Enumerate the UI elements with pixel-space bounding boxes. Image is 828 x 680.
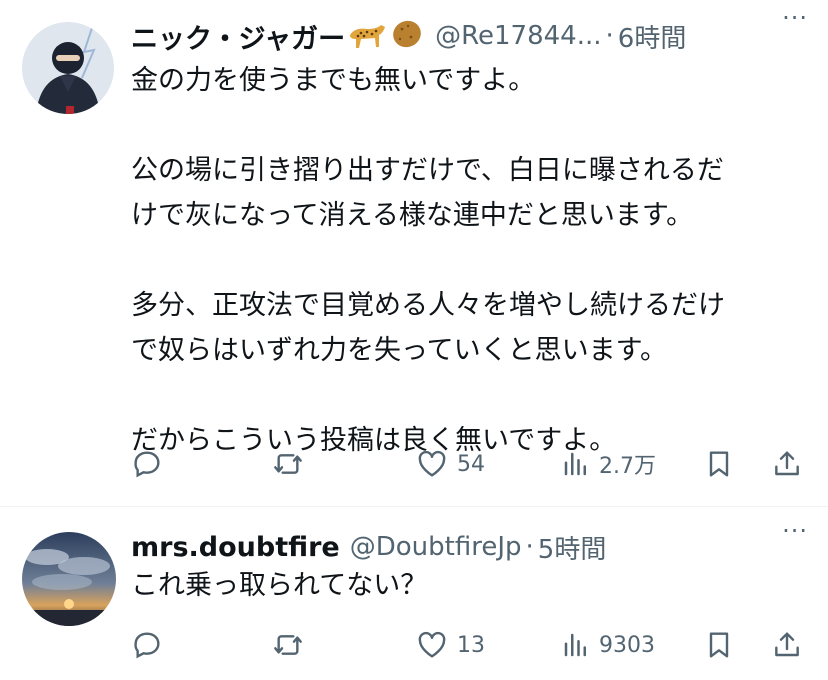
more-options-icon[interactable]: ··· bbox=[782, 4, 808, 32]
reply-icon bbox=[134, 451, 160, 478]
text-line: で奴らはいずれ力を失っていくと思います。 bbox=[131, 335, 667, 366]
like-count: 54 bbox=[457, 451, 485, 477]
timestamp[interactable]: 5時間 bbox=[538, 529, 607, 566]
share-button[interactable] bbox=[771, 625, 803, 665]
separator-dot: · bbox=[525, 532, 534, 562]
avatar[interactable] bbox=[22, 532, 116, 626]
reply-icon bbox=[134, 632, 160, 659]
text-line: けで灰になって消える様な連中だと思います。 bbox=[131, 200, 694, 231]
leopard-emoji-icon bbox=[347, 17, 387, 55]
views-icon bbox=[564, 633, 586, 657]
reply-button[interactable] bbox=[131, 444, 171, 484]
view-count: 2.7万 bbox=[599, 454, 656, 479]
action-bar: 54 2.7万 bbox=[131, 444, 808, 484]
bookmark-icon bbox=[709, 451, 729, 477]
like-icon bbox=[418, 450, 446, 477]
potato-emoji-icon bbox=[389, 17, 425, 55]
avatar[interactable] bbox=[22, 22, 114, 114]
like-button[interactable]: 54 bbox=[415, 444, 485, 484]
bookmark-icon bbox=[709, 632, 729, 658]
like-button[interactable]: 13 bbox=[415, 625, 485, 665]
text-line: 多分、正攻法で目覚める人々を増やし続けるだけ bbox=[131, 290, 725, 321]
tweet-header: mrs.doubtfire @DoubtfireJp · 5時間 bbox=[131, 527, 808, 567]
display-name[interactable]: mrs.doubtfire bbox=[131, 532, 340, 563]
share-icon bbox=[775, 451, 799, 476]
tweet-text: これ乗っ取られてない？ bbox=[131, 563, 798, 608]
views-button[interactable]: 9303 bbox=[561, 625, 655, 665]
text-line: これ乗っ取られてない？ bbox=[131, 570, 428, 601]
text-line: 金の力を使うまでも無いですよ。 bbox=[131, 65, 536, 96]
tweet-header: ニック・ジャガー @Re17844... · 6時間 bbox=[131, 16, 808, 56]
action-bar: 13 9303 bbox=[131, 625, 808, 665]
share-icon bbox=[775, 632, 799, 657]
separator-dot: · bbox=[605, 21, 614, 51]
bookmark-button[interactable] bbox=[703, 444, 735, 484]
timestamp[interactable]: 6時間 bbox=[618, 18, 687, 55]
tweet-2[interactable]: mrs.doubtfire @DoubtfireJp · 5時間 ··· これ乗… bbox=[0, 507, 828, 680]
view-count: 9303 bbox=[599, 632, 655, 658]
text-line: 公の場に引き摺り出すだけで、白日に曝されるだ bbox=[131, 155, 724, 186]
share-button[interactable] bbox=[771, 444, 803, 484]
like-icon bbox=[418, 631, 446, 658]
bookmark-button[interactable] bbox=[703, 625, 735, 665]
views-button[interactable]: 2.7万 bbox=[561, 444, 656, 484]
handle[interactable]: @DoubtfireJp bbox=[350, 532, 522, 562]
display-name[interactable]: ニック・ジャガー bbox=[131, 17, 345, 56]
reply-button[interactable] bbox=[131, 625, 171, 665]
retweet-button[interactable] bbox=[271, 625, 313, 665]
handle[interactable]: @Re17844... bbox=[435, 21, 601, 51]
more-options-icon[interactable]: ··· bbox=[782, 517, 808, 545]
views-icon bbox=[564, 452, 586, 476]
retweet-button[interactable] bbox=[271, 444, 313, 484]
retweet-icon bbox=[274, 454, 302, 474]
tweet-1[interactable]: ニック・ジャガー @Re17844... · 6時間 ··· 金の力を使うまでも… bbox=[0, 0, 828, 506]
tweet-text: 金の力を使うまでも無いですよ。 公の場に引き摺り出すだけで、白日に曝されるだ け… bbox=[131, 58, 798, 463]
retweet-icon bbox=[274, 635, 302, 655]
like-count: 13 bbox=[457, 632, 485, 658]
